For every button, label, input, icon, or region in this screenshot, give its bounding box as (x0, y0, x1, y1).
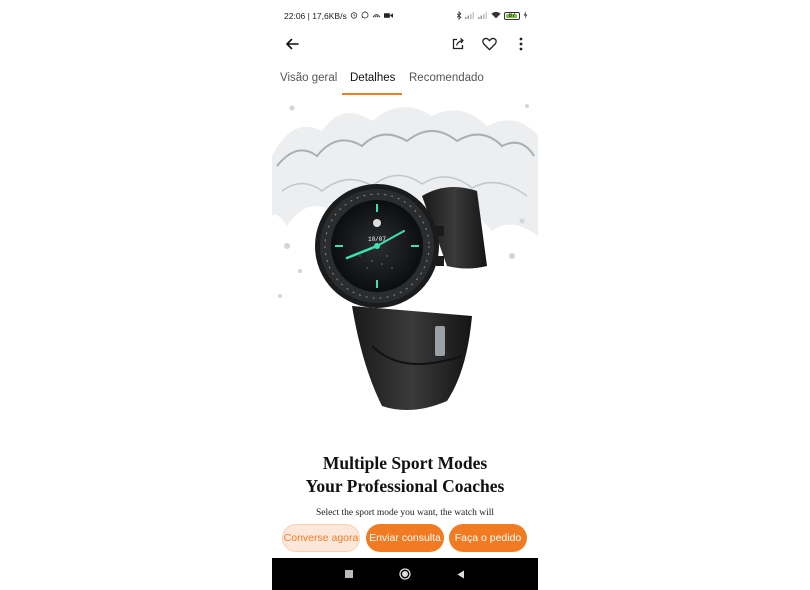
status-left: 22:06 | 17,6KB/s (284, 11, 393, 21)
tab-overview[interactable]: Visão geral (280, 72, 337, 84)
top-app-bar (272, 32, 538, 58)
video-icon (383, 12, 393, 21)
status-right: 87 (456, 10, 528, 22)
more-vertical-icon[interactable] (509, 32, 533, 56)
system-nav-bar (272, 558, 538, 590)
watch-face-date: 10/07 (368, 236, 386, 243)
tab-recommended[interactable]: Recomendado (409, 72, 484, 84)
signal-icon (478, 11, 488, 21)
tabs: Visão geral Detalhes Recomendado (272, 66, 538, 96)
phone-screen: 22:06 | 17,6KB/s 87 Visão geral Detalhes… (272, 0, 538, 590)
whatsapp-icon (361, 11, 369, 21)
active-tab-indicator (342, 93, 402, 95)
battery-icon: 87 (504, 12, 520, 20)
product-subtext: Select the sport mode you want, the watc… (315, 508, 495, 518)
place-order-button[interactable]: Faça o pedido (449, 524, 527, 552)
home-icon[interactable] (397, 566, 413, 582)
headline-line-1: Multiple Sport Modes (322, 453, 488, 473)
status-bar: 22:06 | 17,6KB/s 87 (272, 0, 538, 32)
recent-apps-icon[interactable] (341, 566, 357, 582)
back-arrow-icon[interactable] (280, 32, 304, 56)
headline-line-2: Your Professional Coaches (305, 476, 505, 496)
bluetooth-icon (456, 10, 462, 22)
alarm-icon (350, 11, 358, 21)
chat-now-button[interactable]: Converse agora (282, 524, 360, 552)
back-triangle-icon[interactable] (453, 566, 469, 582)
product-headline: Multiple Sport Modes Your Professional C… (272, 452, 538, 498)
share-icon[interactable] (446, 32, 470, 56)
status-time: 22:06 | 17,6KB/s (284, 11, 347, 21)
charging-icon (523, 11, 528, 21)
wifi-icon (491, 11, 501, 21)
heart-icon[interactable] (477, 32, 501, 56)
product-image: 10/07 (272, 96, 538, 416)
action-bar: Converse agora Enviar consulta Faça o pe… (272, 524, 538, 554)
cast-icon (372, 11, 381, 21)
battery-level: 87 (508, 13, 516, 19)
tab-details[interactable]: Detalhes (350, 72, 395, 84)
signal-icon (465, 11, 475, 21)
send-inquiry-button[interactable]: Enviar consulta (366, 524, 444, 552)
